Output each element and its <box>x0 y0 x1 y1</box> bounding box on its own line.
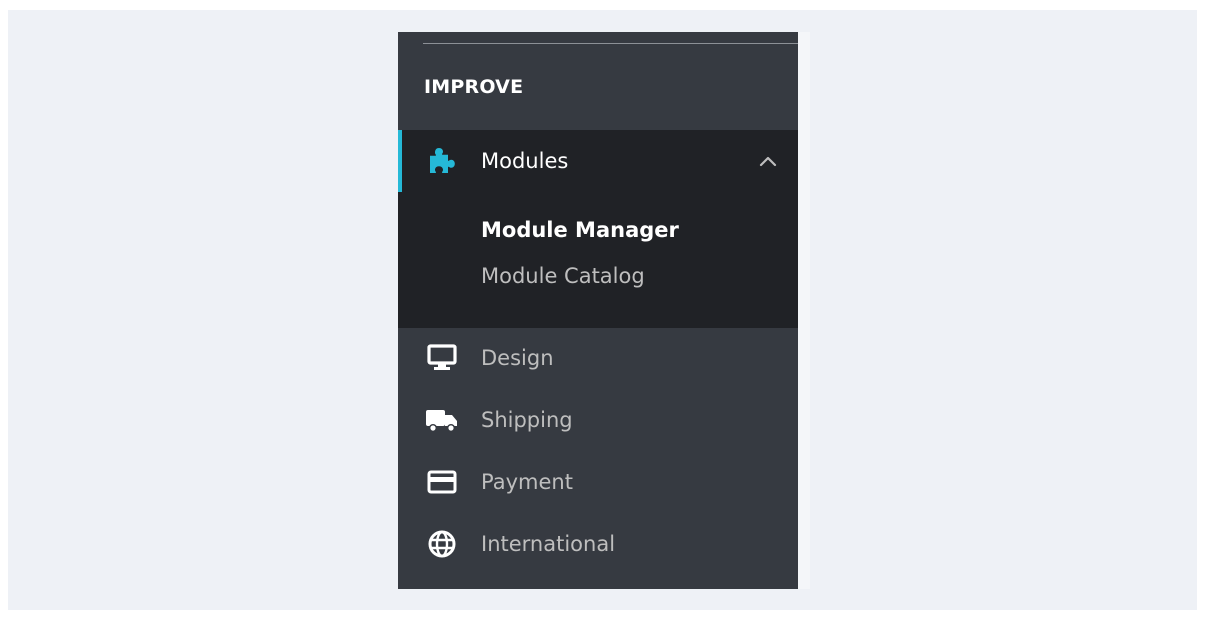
puzzle-icon <box>425 144 459 178</box>
sidebar-item-label: Shipping <box>481 408 573 432</box>
chevron-up-icon[interactable] <box>758 154 778 168</box>
sidebar-item-label: Payment <box>481 470 573 494</box>
content-edge <box>798 32 810 589</box>
sidebar-item-international[interactable]: International <box>398 524 798 564</box>
sidebar-item-label: Design <box>481 346 554 370</box>
sidebar-item-design[interactable]: Design <box>398 338 798 378</box>
monitor-icon <box>425 341 459 375</box>
sidebar-item-label: International <box>481 532 616 556</box>
sidebar-item-shipping[interactable]: Shipping <box>398 400 798 440</box>
submenu-item-module-manager[interactable]: Module Manager <box>481 218 679 242</box>
credit-card-icon <box>425 465 459 499</box>
section-title-improve: IMPROVE <box>424 76 524 98</box>
sidebar-item-label: Modules <box>481 149 569 173</box>
divider <box>423 43 798 44</box>
submenu-item-module-catalog[interactable]: Module Catalog <box>481 264 645 288</box>
admin-sidebar: IMPROVE Modules Module Manager Module Ca… <box>398 32 798 589</box>
modules-expanded-block: Modules Module Manager Module Catalog <box>398 130 798 328</box>
sidebar-item-payment[interactable]: Payment <box>398 462 798 502</box>
globe-icon <box>425 527 459 561</box>
truck-icon <box>425 403 459 437</box>
sidebar-item-modules[interactable]: Modules <box>398 141 798 181</box>
